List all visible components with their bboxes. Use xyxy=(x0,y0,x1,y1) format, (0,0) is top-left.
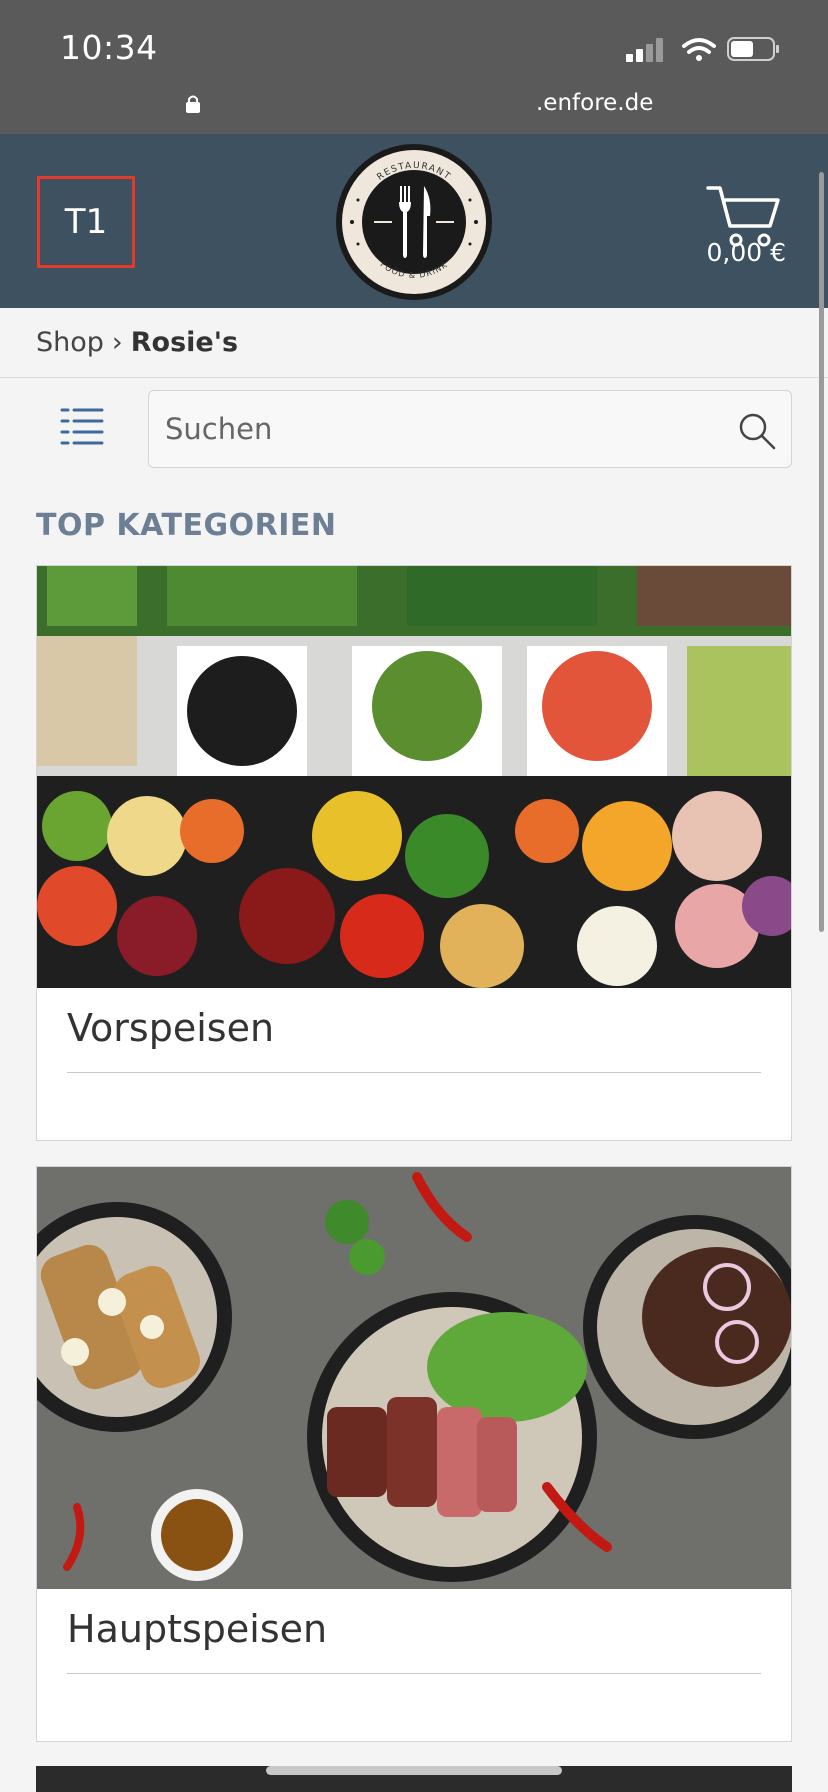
category-title[interactable]: Vorspeisen xyxy=(67,1006,274,1050)
category-list-icon[interactable] xyxy=(60,406,104,446)
breadcrumb: Shop › Rosie's xyxy=(0,308,828,378)
search-input[interactable] xyxy=(165,391,725,467)
category-image-vorspeisen[interactable] xyxy=(37,566,791,988)
category-image-hauptspeisen[interactable] xyxy=(37,1167,791,1589)
breadcrumb-shop-link[interactable]: Shop xyxy=(36,327,104,358)
search-icon[interactable] xyxy=(737,411,777,451)
status-time: 10:34 xyxy=(60,28,158,67)
restaurant-logo[interactable]: RESTAURANT FOOD & DRINK xyxy=(334,142,494,302)
status-icons xyxy=(626,34,796,64)
breadcrumb-separator: › xyxy=(111,327,123,358)
card-divider xyxy=(67,1072,761,1073)
card-divider xyxy=(67,1673,761,1674)
page-scrollbar[interactable] xyxy=(819,172,824,932)
wifi-icon xyxy=(682,38,716,61)
lock-icon xyxy=(186,95,200,113)
cart-total[interactable]: 0,00 € xyxy=(706,238,786,267)
table-number-button[interactable]: T1 xyxy=(37,176,135,268)
status-bar: 10:34 .enfore.de xyxy=(0,0,828,134)
url-bar[interactable]: .enfore.de xyxy=(0,86,828,126)
category-card-hauptspeisen[interactable]: Hauptspeisen xyxy=(36,1166,792,1742)
signal-icon xyxy=(626,38,663,62)
home-indicator[interactable] xyxy=(266,1766,562,1775)
url-text[interactable]: .enfore.de xyxy=(536,90,653,116)
section-title: TOP KATEGORIEN xyxy=(36,508,337,543)
battery-icon xyxy=(727,37,779,61)
category-card-vorspeisen[interactable]: Vorspeisen xyxy=(36,565,792,1141)
search-box[interactable] xyxy=(148,390,792,468)
category-title[interactable]: Hauptspeisen xyxy=(67,1607,327,1651)
shop-header: T1 RESTAURANT FOOD & DRINK 0,00 € xyxy=(0,134,828,308)
breadcrumb-current: Rosie's xyxy=(130,327,239,358)
